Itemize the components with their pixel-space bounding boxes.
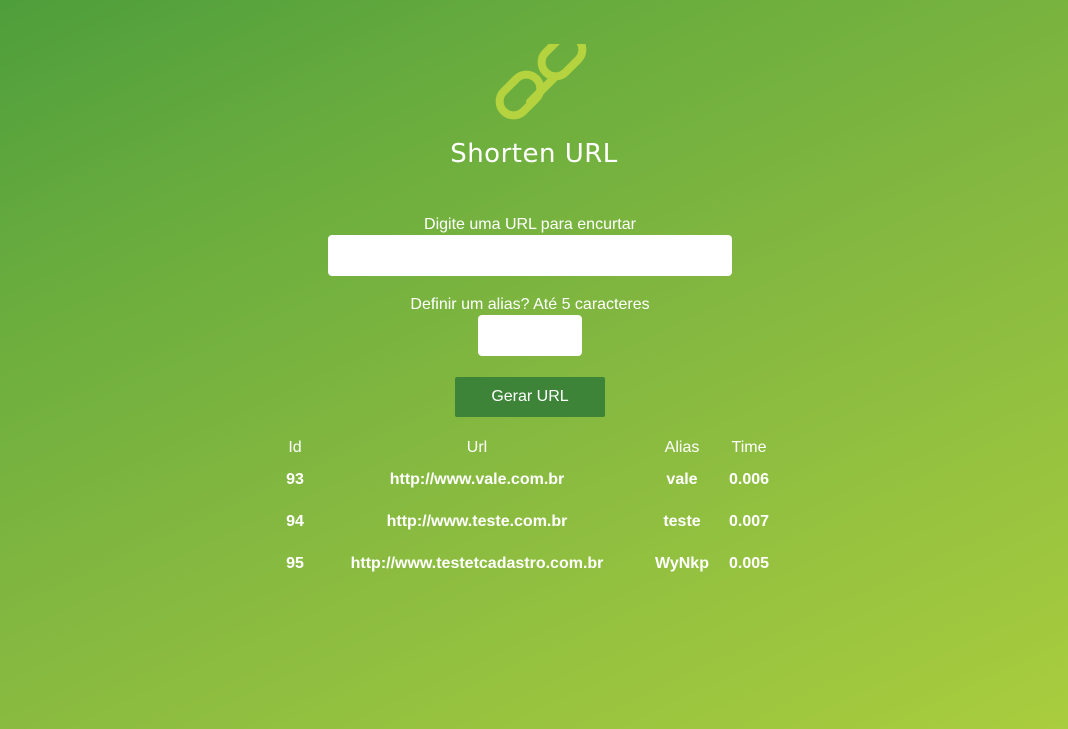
- row-url: http://www.vale.com.br: [389, 471, 565, 488]
- generate-url-button[interactable]: Gerar URL: [455, 377, 605, 417]
- alias-input[interactable]: [478, 315, 582, 356]
- header-id: Id: [288, 439, 302, 456]
- row-id: 93: [286, 471, 304, 488]
- alias-field-label: Definir um alias? Até 5 caracteres: [410, 296, 650, 313]
- header-url: Url: [466, 439, 488, 456]
- row-url: http://www.teste.com.br: [386, 513, 568, 530]
- row-time: 0.006: [728, 471, 770, 488]
- app-title: Shorten URL: [450, 139, 618, 169]
- row-time: 0.007: [728, 513, 770, 530]
- row-alias: WyNkp: [655, 555, 709, 572]
- row-id: 94: [286, 513, 304, 530]
- url-field-label: Digite uma URL para encurtar: [424, 216, 636, 233]
- link-chain-icon: [495, 44, 587, 120]
- row-alias: teste: [663, 513, 701, 530]
- url-input[interactable]: [328, 235, 732, 276]
- row-id: 95: [286, 555, 304, 572]
- row-alias: vale: [666, 471, 698, 488]
- header-time: Time: [731, 439, 767, 456]
- header-alias: Alias: [664, 439, 700, 456]
- row-url: http://www.testetcadastro.com.br: [350, 555, 604, 572]
- row-time: 0.005: [728, 555, 770, 572]
